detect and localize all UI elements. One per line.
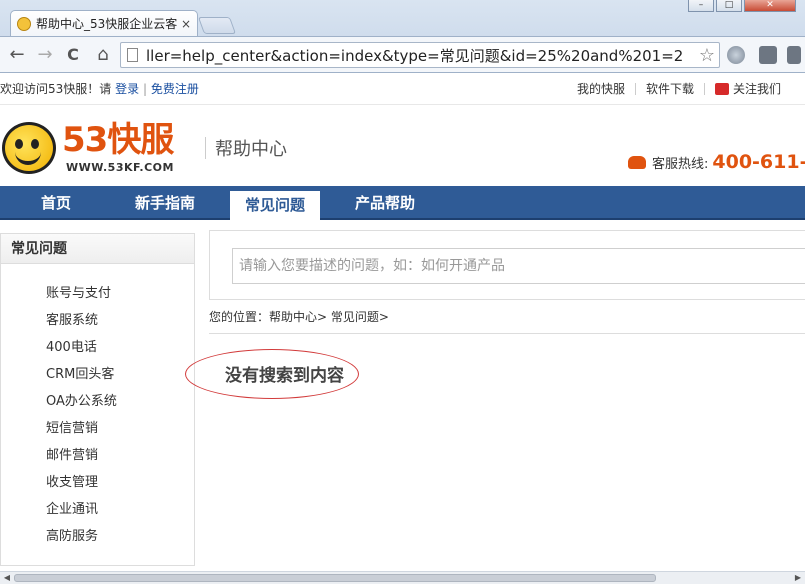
sidebar-item-crm[interactable]: CRM回头客: [1, 361, 194, 388]
no-result-message: 没有搜索到内容: [225, 366, 344, 386]
register-link[interactable]: 免费注册: [151, 82, 199, 96]
web-page: 欢迎访问53快服！请 登录 | 免费注册 我的快服 软件下载 关注我们 53快服…: [0, 73, 805, 571]
hotline: 客服热线: 400-611-9: [628, 151, 805, 173]
maximize-button[interactable]: □: [716, 0, 742, 12]
top-links: 我的快服 软件下载 关注我们: [567, 73, 791, 105]
sidebar-item-ddos-protection[interactable]: 高防服务: [1, 523, 194, 550]
horizontal-scrollbar[interactable]: ◀ ▶: [0, 571, 805, 584]
new-tab-button[interactable]: [197, 17, 237, 34]
follow-link[interactable]: 关注我们: [705, 73, 791, 105]
page-menu-icon[interactable]: [759, 46, 777, 64]
main-content: 您的位置：帮助中心> 常见问题> 没有搜索到内容: [185, 230, 805, 570]
my-service-link[interactable]: 我的快服: [567, 73, 635, 105]
browser-toolbar: ← → C ⌂ ller=help_center&action=index&ty…: [0, 36, 805, 72]
nav-home[interactable]: 首页: [14, 186, 98, 220]
nav-beginner-guide[interactable]: 新手指南: [120, 186, 210, 220]
address-bar[interactable]: ller=help_center&action=index&type=常见问题&…: [120, 42, 720, 68]
help-center-title: 帮助中心: [215, 139, 287, 160]
smiley-favicon-icon: [17, 16, 31, 31]
top-bar: 欢迎访问53快服！请 登录 | 免费注册 我的快服 软件下载 关注我们: [0, 73, 805, 105]
sidebar-item-400-phone[interactable]: 400电话: [1, 334, 194, 361]
breadcrumb-divider: [209, 333, 805, 334]
settings-wrench-icon[interactable]: [787, 46, 801, 64]
scrollbar-thumb[interactable]: [14, 574, 656, 582]
sidebar-item-sms-marketing[interactable]: 短信营销: [1, 415, 194, 442]
address-url[interactable]: ller=help_center&action=index&type=常见问题&…: [146, 45, 695, 66]
sidebar-item-account-payment[interactable]: 账号与支付: [1, 280, 194, 307]
scroll-left-icon[interactable]: ◀: [1, 573, 13, 583]
extension-globe-icon[interactable]: [727, 46, 745, 64]
home-button[interactable]: ⌂: [92, 44, 114, 66]
scroll-right-icon[interactable]: ▶: [792, 573, 804, 583]
download-link[interactable]: 软件下载: [636, 73, 704, 105]
sidebar-title: 常见问题: [1, 234, 194, 264]
sidebar-list: 账号与支付 客服系统 400电话 CRM回头客 OA办公系统 短信营销 邮件营销…: [1, 264, 194, 550]
sidebar-item-finance[interactable]: 收支管理: [1, 469, 194, 496]
logo-smiley-icon[interactable]: [2, 122, 56, 174]
breadcrumb: 您的位置：帮助中心> 常见问题>: [209, 310, 389, 324]
sidebar-item-service-system[interactable]: 客服系统: [1, 307, 194, 334]
welcome-area: 欢迎访问53快服！请 登录 | 免费注册: [0, 73, 199, 105]
login-link[interactable]: 登录: [115, 82, 139, 96]
sidebar-item-oa[interactable]: OA办公系统: [1, 388, 194, 415]
search-input[interactable]: [232, 248, 805, 284]
login-separator: |: [142, 82, 147, 96]
tab-close-icon[interactable]: ×: [181, 17, 191, 31]
logo-divider: [205, 137, 206, 159]
hotline-label: 客服热线:: [652, 156, 709, 172]
sidebar-item-email-marketing[interactable]: 邮件营销: [1, 442, 194, 469]
browser-tab[interactable]: 帮助中心_53快服企业云客 ×: [10, 10, 198, 36]
minimize-button[interactable]: –: [688, 0, 714, 12]
site-header: 53快服 WWW.53KF.COM 帮助中心 客服热线: 400-611-9: [0, 105, 805, 185]
main-nav: 首页 新手指南 常见问题 产品帮助: [0, 186, 805, 220]
page-icon: [127, 48, 138, 62]
logo-url: WWW.53KF.COM: [66, 161, 174, 174]
nav-product-help[interactable]: 产品帮助: [340, 186, 430, 220]
nav-faq[interactable]: 常见问题: [230, 191, 320, 220]
logo-text[interactable]: 53快服: [62, 121, 174, 159]
close-window-button[interactable]: ✕: [744, 0, 796, 12]
back-button[interactable]: ←: [6, 44, 28, 66]
welcome-text: 欢迎访问53快服！请: [0, 82, 112, 96]
faq-sidebar: 常见问题 账号与支付 客服系统 400电话 CRM回头客 OA办公系统 短信营销…: [0, 233, 195, 566]
tab-title: 帮助中心_53快服企业云客: [36, 17, 177, 31]
reload-button[interactable]: C: [62, 44, 84, 66]
browser-chrome: 帮助中心_53快服企业云客 × – □ ✕ ← → C ⌂ ller=help_…: [0, 0, 805, 73]
bookmark-star-icon[interactable]: ☆: [695, 45, 719, 66]
hotline-number: 400-611-9: [712, 151, 805, 173]
sidebar-item-enterprise-im[interactable]: 企业通讯: [1, 496, 194, 523]
search-panel: [209, 230, 805, 300]
weibo-icon: [714, 83, 729, 95]
forward-button[interactable]: →: [34, 44, 56, 66]
phone-icon: [628, 155, 646, 169]
